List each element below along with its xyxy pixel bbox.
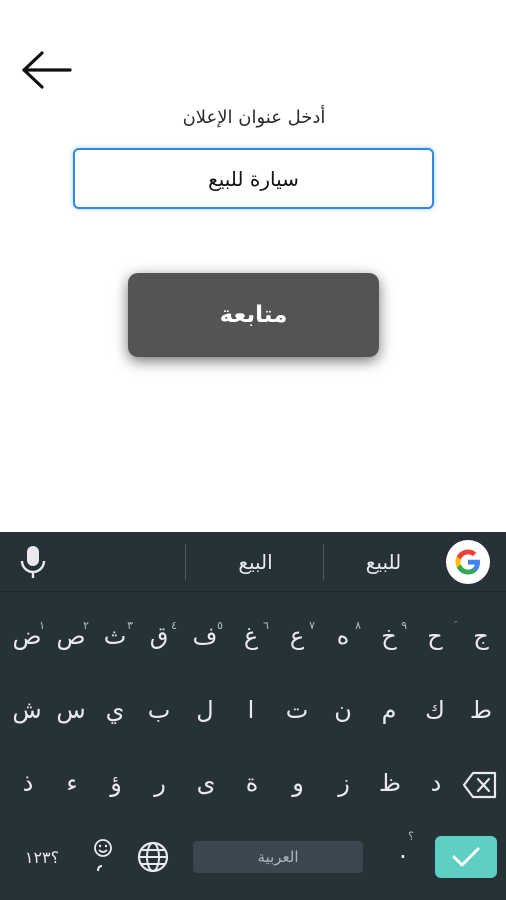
key-lam[interactable]: ل: [185, 690, 225, 734]
key-ha[interactable]: ه٨: [323, 616, 363, 660]
key-dad[interactable]: ض١: [7, 616, 47, 660]
key-sad[interactable]: ص٢: [51, 616, 91, 660]
emoji-key[interactable]: [88, 836, 118, 878]
backspace-icon[interactable]: [462, 770, 498, 800]
globe-icon[interactable]: [136, 840, 170, 874]
key-zaa[interactable]: ظ: [370, 763, 410, 807]
enter-key[interactable]: [435, 836, 497, 878]
key-taa-marbuta[interactable]: ة: [232, 763, 272, 807]
key-ain[interactable]: ع٧: [277, 616, 317, 660]
space-bar[interactable]: العربية: [193, 841, 363, 873]
numbers-key[interactable]: ؟١٢٣: [14, 843, 70, 873]
key-meem[interactable]: م: [369, 690, 409, 734]
key-thaa[interactable]: ث٣: [95, 616, 135, 660]
key-yaa[interactable]: ي: [95, 690, 135, 734]
ad-title-label: أدخل عنوان الإعلان: [182, 107, 326, 128]
key-alif-maqsura[interactable]: ى: [186, 763, 226, 807]
key-ta[interactable]: ت: [277, 690, 317, 734]
period-key[interactable]: . ؟: [388, 830, 418, 876]
key-taa[interactable]: ط: [461, 690, 501, 734]
key-khaa[interactable]: خ٩: [369, 616, 409, 660]
back-arrow-icon[interactable]: [18, 48, 74, 92]
key-faa[interactable]: ف٥: [185, 616, 225, 660]
continue-button[interactable]: متابعة: [128, 273, 379, 357]
key-dal[interactable]: د: [416, 763, 456, 807]
key-hamza[interactable]: ء: [52, 763, 92, 807]
checkmark-icon: [452, 847, 480, 867]
key-jeem[interactable]: ج: [461, 616, 501, 660]
key-kaf[interactable]: ك: [415, 690, 455, 734]
key-qaf[interactable]: ق٤: [139, 616, 179, 660]
key-thal[interactable]: ذ: [8, 763, 48, 807]
suggestion-bar: البيع للبيع: [0, 532, 506, 592]
key-raa[interactable]: ر: [140, 763, 180, 807]
key-waw[interactable]: و: [278, 763, 318, 807]
key-seen[interactable]: س: [51, 690, 91, 734]
suggestion-2[interactable]: البيع: [188, 532, 323, 592]
ad-title-input[interactable]: سيارة للبيع: [73, 148, 434, 209]
key-noon[interactable]: ن: [323, 690, 363, 734]
key-alif[interactable]: ا: [231, 690, 271, 734]
google-icon[interactable]: [446, 540, 490, 584]
key-baa[interactable]: ب: [139, 690, 179, 734]
key-waw-hamza[interactable]: ؤ: [96, 763, 136, 807]
key-ghain[interactable]: غ٦: [231, 616, 271, 660]
suggestion-1[interactable]: للبيع: [326, 532, 441, 592]
key-haa[interactable]: حَ: [415, 616, 455, 660]
microphone-icon[interactable]: [16, 544, 50, 580]
key-sheen[interactable]: ش: [7, 690, 47, 734]
key-zay[interactable]: ز: [324, 763, 364, 807]
